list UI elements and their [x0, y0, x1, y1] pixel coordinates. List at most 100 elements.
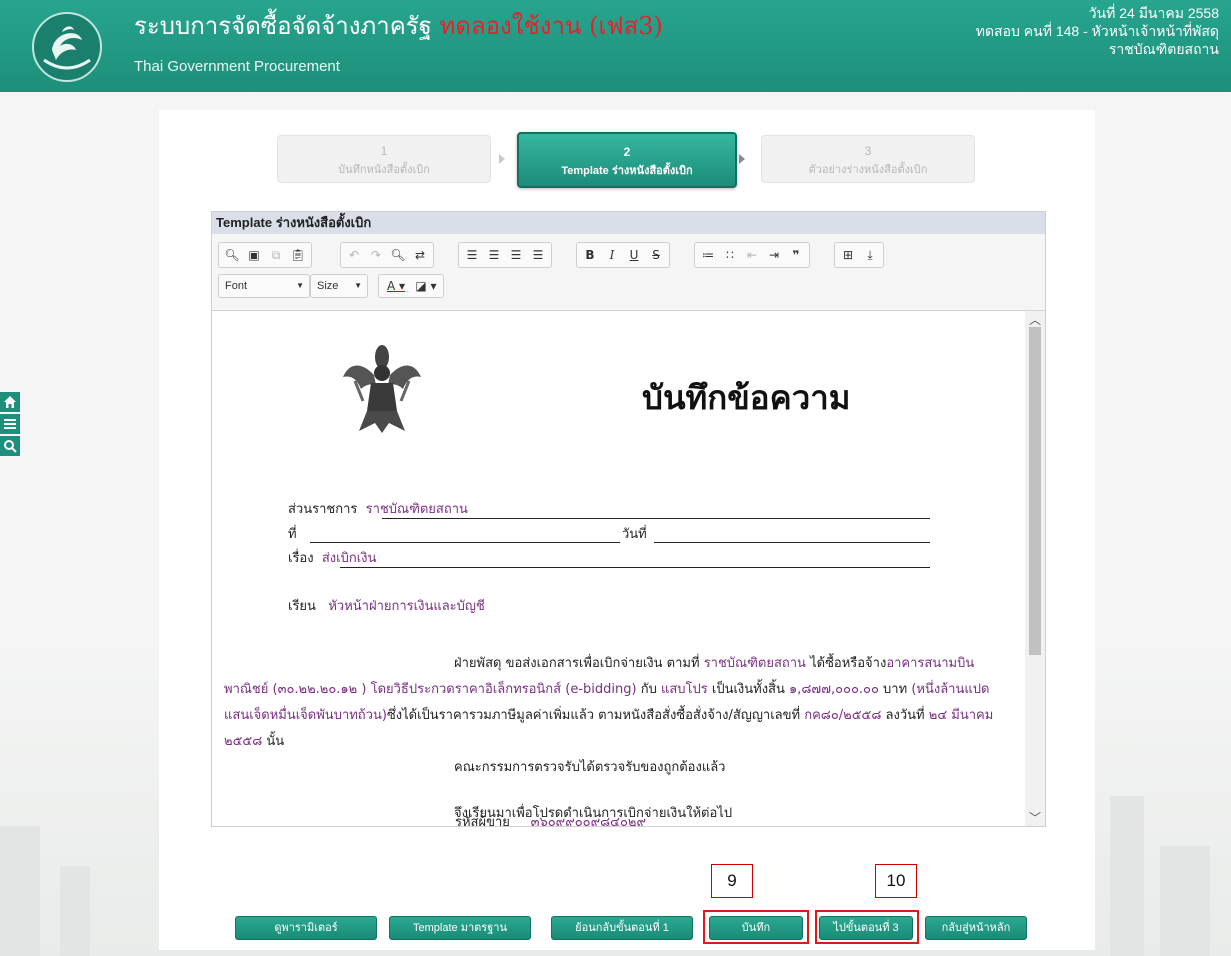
back-to-home-button[interactable]: กลับสู่หน้าหลัก — [925, 916, 1027, 940]
toolbar-group-color: A ▾ ◪ ▾ — [378, 274, 444, 298]
to-value: หัวหน้าฝ่ายการเงินและบัญชี — [328, 599, 485, 614]
memo-title: บันทึกข้อความ — [642, 378, 851, 417]
agency-value: ราชบัณฑิตยสถาน — [703, 656, 806, 671]
strikethrough-icon[interactable]: S — [645, 244, 667, 266]
scroll-up-icon[interactable]: ︿ — [1029, 311, 1041, 328]
scroll-down-icon[interactable]: ﹀ — [1029, 809, 1041, 826]
to-label: เรียน — [288, 599, 316, 614]
subject-underline — [340, 567, 930, 568]
align-center-icon[interactable]: ☰ — [483, 244, 505, 266]
editor-content[interactable]: บันทึกข้อความ ส่วนราชการ ราชบัณฑิตยสถาน … — [212, 311, 1045, 826]
underline-icon[interactable]: U — [623, 244, 645, 266]
numbered-list-icon[interactable]: ≔ — [697, 244, 719, 266]
search-button[interactable] — [0, 436, 20, 456]
wizard-steps: 1 บันทึกหนังสือตั้งเบิก 2 Template ร่างห… — [277, 132, 977, 188]
replace-icon[interactable]: ⇄ — [409, 244, 431, 266]
text-span: กับ — [636, 682, 661, 697]
table-icon[interactable]: ⊞ — [837, 244, 859, 266]
vendor-value: แสบโปร — [660, 682, 708, 697]
back-to-step-1-button[interactable]: ย้อนกลับขั้นตอนที่ 1 — [551, 916, 693, 940]
amount-value: ๑,๘๗๗,๐๐๐.๐๐ — [789, 682, 879, 697]
app-header: ระบบการจัดซื้อจัดจ้างภาครัฐ ทดลองใช้งาน … — [0, 0, 1231, 92]
redo-icon[interactable]: ↷ — [365, 244, 387, 266]
toolbar-group-edit: ↶ ↷ 🔍︎ ⇄ — [340, 242, 434, 268]
text-color-icon[interactable]: A ▾ — [381, 275, 411, 297]
next-highlight-box — [815, 910, 919, 944]
step-arrow-icon — [499, 154, 505, 164]
print-icon[interactable]: ▣ — [243, 244, 265, 266]
standard-template-button[interactable]: Template มาตรฐาน — [389, 916, 531, 940]
step-label: บันทึกหนังสือตั้งเบิก — [338, 164, 430, 176]
save-highlight-box — [703, 910, 809, 944]
action-bar: ดูพารามิเตอร์ Template มาตรฐาน ย้อนกลับข… — [159, 916, 1095, 940]
background-color-icon[interactable]: ◪ ▾ — [411, 275, 441, 297]
template-panel: Template ร่างหนังสือตั้งเบิก 🔍︎ ▣ ⧉ 📋︎ ↶… — [211, 211, 1046, 827]
menu-button[interactable] — [0, 414, 20, 434]
subject-value: ส่งเบิกเงิน — [321, 551, 377, 566]
view-parameters-button[interactable]: ดูพารามิเตอร์ — [235, 916, 377, 940]
step-1[interactable]: 1 บันทึกหนังสือตั้งเบิก — [277, 135, 491, 183]
toolbar-group-insert: ⊞ ⤓ — [834, 242, 884, 268]
align-left-icon[interactable]: ☰ — [461, 244, 483, 266]
subject-label: เรื่อง — [288, 551, 314, 566]
dept-value: ราชบัณฑิตยสถาน — [365, 502, 468, 517]
vendor-code-label: รหัสผู้ขาย — [455, 815, 510, 826]
bold-icon[interactable]: B — [579, 244, 601, 266]
app-subtitle: Thai Government Procurement — [134, 58, 340, 75]
bullet-list-icon[interactable]: ∷ — [719, 244, 741, 266]
indent-icon[interactable]: ⇥ — [763, 244, 785, 266]
editor-scrollbar[interactable]: ︿ ﹀ — [1025, 311, 1045, 826]
align-justify-icon[interactable]: ☰ — [527, 244, 549, 266]
text-span: นั้น — [262, 734, 285, 749]
text-span: ลงวันที่ — [881, 708, 929, 723]
step-3[interactable]: 3 ตัวอย่างร่างหนังสือตั้งเบิก — [761, 135, 975, 183]
size-select[interactable]: Size ▼ — [310, 274, 368, 298]
find-icon[interactable]: 🔍︎ — [387, 244, 409, 266]
user-name[interactable]: ทดสอบ คนที่ 148 - หัวหน้าเจ้าหน้าที่พัสด… — [976, 22, 1219, 40]
step-arrow-icon — [739, 154, 745, 164]
text-span: ฝ่ายพัสดุ ขอส่งเอกสารเพื่อเบิกจ่ายเงิน ต… — [454, 656, 704, 671]
editor-toolbar: 🔍︎ ▣ ⧉ 📋︎ ↶ ↷ 🔍︎ ⇄ ☰ ☰ ☰ ☰ B I U S ≔ ∷ ⇤… — [212, 234, 1045, 311]
home-icon — [4, 396, 16, 408]
chevron-down-icon: ▼ — [296, 281, 304, 290]
save-step-tag: 9 — [711, 864, 753, 898]
blockquote-icon[interactable]: ❞ — [785, 244, 807, 266]
home-button[interactable] — [0, 392, 20, 412]
dept-row: ส่วนราชการ ราชบัณฑิตยสถาน — [288, 498, 468, 519]
undo-icon[interactable]: ↶ — [343, 244, 365, 266]
dept-underline — [382, 518, 930, 519]
outdent-icon[interactable]: ⇤ — [741, 244, 763, 266]
step-number: 3 — [864, 144, 872, 158]
italic-icon[interactable]: I — [601, 244, 623, 266]
background-decoration — [1160, 846, 1210, 956]
paste-icon[interactable]: 📋︎ — [287, 244, 309, 266]
ref-label: ที่ — [288, 527, 297, 542]
pagebreak-icon[interactable]: ⤓ — [859, 244, 881, 266]
font-select-value: Font — [225, 280, 248, 292]
dept-label: ส่วนราชการ — [288, 502, 358, 517]
comptroller-logo[interactable] — [30, 10, 104, 84]
chevron-down-icon: ▼ — [354, 281, 362, 290]
preview-icon[interactable]: 🔍︎ — [221, 244, 243, 266]
memo-paragraph-1: ฝ่ายพัสดุ ขอส่งเอกสารเพื่อเบิกจ่ายเงิน ต… — [224, 651, 1004, 755]
app-title: ระบบการจัดซื้อจัดจ้างภาครัฐ ทดลองใช้งาน … — [134, 6, 663, 45]
toolbar-group-list: ≔ ∷ ⇤ ⇥ ❞ — [694, 242, 810, 268]
size-select-value: Size — [317, 280, 339, 292]
step-label: ตัวอย่างร่างหนังสือตั้งเบิก — [808, 164, 928, 176]
toolbar-group-format: B I U S — [576, 242, 670, 268]
vendor-code-value: ๓๖๐๙๙๐๐๙๘๔๐๒๙ — [530, 815, 646, 826]
text-span: บาท — [878, 682, 912, 697]
background-decoration — [60, 866, 90, 956]
panel-title: Template ร่างหนังสือตั้งเบิก — [212, 212, 1045, 234]
copy-icon[interactable]: ⧉ — [265, 244, 287, 266]
text-span: เป็นเงินทั้งสิ้น — [707, 682, 790, 697]
align-right-icon[interactable]: ☰ — [505, 244, 527, 266]
search-icon — [4, 440, 17, 453]
toolbar-group-document: 🔍︎ ▣ ⧉ 📋︎ — [218, 242, 312, 268]
main-card: 1 บันทึกหนังสือตั้งเบิก 2 Template ร่างห… — [159, 110, 1095, 950]
font-select[interactable]: Font ▼ — [218, 274, 310, 298]
step-2[interactable]: 2 Template ร่างหนังสือตั้งเบิก — [517, 132, 737, 188]
vendor-code-row: รหัสผู้ขาย ๓๖๐๙๙๐๐๙๘๔๐๒๙ — [455, 811, 646, 826]
step-label: Template ร่างหนังสือตั้งเบิก — [561, 165, 693, 177]
scrollbar-thumb[interactable] — [1029, 327, 1041, 655]
